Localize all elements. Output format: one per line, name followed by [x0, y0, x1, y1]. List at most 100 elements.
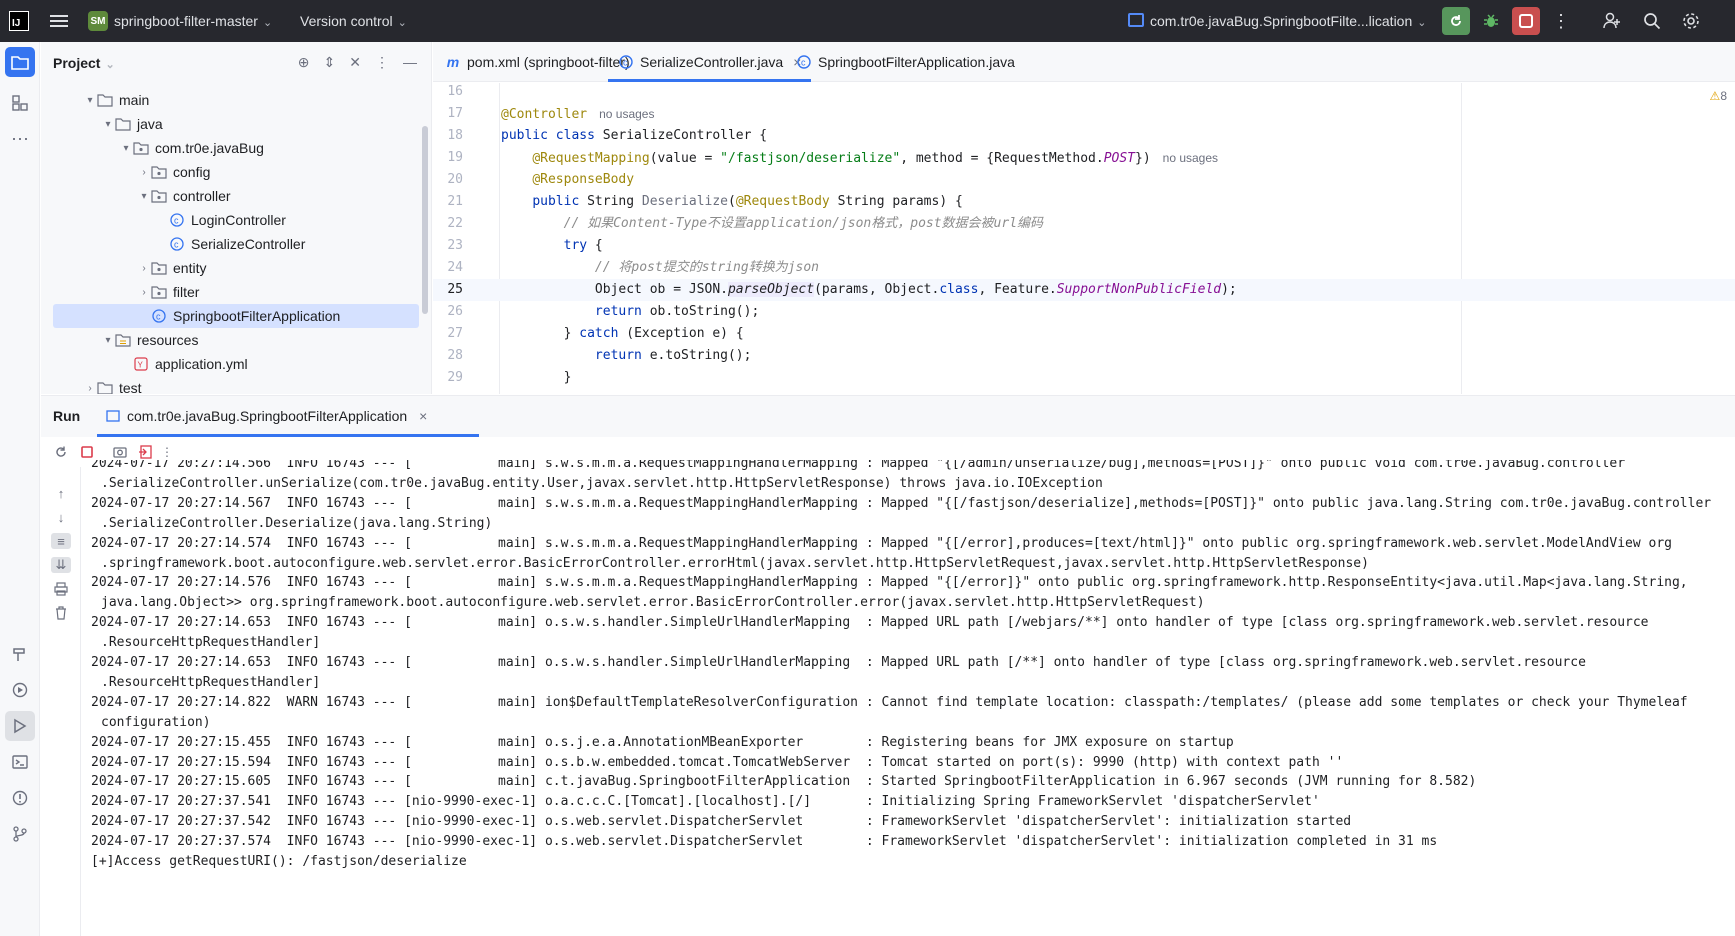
tab-springboot-application[interactable]: c SpringbootFilterApplication.java	[796, 42, 1015, 82]
console-line: [+]Access getRequestURI(): /fastjson/des…	[91, 854, 467, 869]
code-line: 20 @ResponseBody	[433, 169, 1735, 191]
tree-item[interactable]: c LoginController	[53, 208, 419, 232]
resources-folder-icon	[115, 332, 131, 348]
intellij-logo-icon[interactable]: IJ	[9, 11, 29, 31]
options-icon[interactable]: ⋮	[375, 54, 389, 71]
code-line: 17 @Controller no usages	[433, 103, 1735, 125]
chevron-right-icon[interactable]: ›	[137, 287, 151, 298]
console-line: 2024-07-17 20:27:14.567 INFO 16743 --- […	[91, 495, 1712, 511]
search-everywhere-icon[interactable]	[1638, 7, 1666, 35]
code-line: 19 @RequestMapping(value = "/fastjson/de…	[433, 147, 1735, 169]
tab-label: SpringbootFilterApplication.java	[818, 54, 1015, 70]
tab-pom-xml[interactable]: m pom.xml (springboot-filter)	[445, 42, 630, 82]
locate-icon[interactable]: ⊕	[298, 54, 310, 71]
tree-item[interactable]: › filter	[53, 280, 419, 304]
collapse-all-icon[interactable]: ✕	[349, 54, 361, 71]
project-scrollbar[interactable]	[422, 126, 428, 314]
tree-item-label: com.tr0e.javaBug	[155, 140, 264, 156]
expand-all-icon[interactable]: ⇕	[324, 54, 336, 71]
run-tab[interactable]: com.tr0e.javaBug.SpringbootFilterApplica…	[105, 408, 427, 424]
up-arrow-icon[interactable]: ↑	[53, 485, 69, 501]
debug-button[interactable]	[1477, 7, 1505, 35]
build-tool-button[interactable]	[5, 639, 35, 669]
more-actions-icon[interactable]: ⋮	[159, 444, 175, 460]
down-arrow-icon[interactable]: ↓	[53, 509, 69, 525]
hide-icon[interactable]: —	[403, 54, 417, 71]
print-icon[interactable]	[53, 581, 69, 597]
structure-tool-button[interactable]	[5, 88, 35, 118]
tree-item[interactable]: › entity	[53, 256, 419, 280]
soft-wrap-icon[interactable]: ≡	[51, 533, 71, 549]
add-user-icon[interactable]	[1598, 7, 1626, 35]
tree-item[interactable]: c SpringbootFilterApplication	[53, 304, 419, 328]
code-editor[interactable]: ⚠8 16 17 @Controller no usages 18 public cl…	[433, 83, 1735, 394]
chevron-right-icon[interactable]: ›	[137, 167, 151, 178]
stop-icon[interactable]	[79, 444, 95, 460]
chevron-right-icon[interactable]: ›	[83, 383, 97, 394]
more-tools-icon[interactable]: ⋯	[5, 124, 35, 154]
code-token: (value =	[649, 151, 721, 166]
tree-item[interactable]: c SerializeController	[53, 232, 419, 256]
project-badge[interactable]: SM	[88, 11, 108, 31]
tree-item-label: SpringbootFilterApplication	[173, 308, 341, 324]
run-tool-button[interactable]	[5, 711, 35, 741]
class-icon: c	[169, 212, 185, 228]
line-number: 16	[447, 84, 463, 99]
folder-icon	[97, 380, 113, 394]
tree-item[interactable]: ▾ controller	[53, 184, 419, 208]
tree-item[interactable]: ▾ resources	[53, 328, 419, 352]
code-token: @RequestMapping	[532, 151, 650, 166]
project-switcher[interactable]: springboot-filter-master ⌄	[114, 13, 272, 29]
services-tool-button[interactable]	[5, 675, 35, 705]
settings-icon[interactable]	[1677, 7, 1705, 35]
more-actions-icon[interactable]: ⋮	[1547, 7, 1575, 35]
chevron-down-icon[interactable]: ▾	[101, 119, 115, 130]
chevron-right-icon[interactable]: ›	[137, 263, 151, 274]
main-menu-icon[interactable]	[50, 12, 68, 30]
inlay-hint[interactable]: no usages	[1163, 151, 1218, 165]
tree-item[interactable]: ▾ com.tr0e.javaBug	[53, 136, 419, 160]
code-token: public class	[501, 128, 603, 143]
line-number: 26	[447, 304, 463, 319]
structure-icon	[12, 95, 28, 111]
git-tool-button[interactable]	[5, 819, 35, 849]
tree-item[interactable]: Yapplication.yml	[53, 352, 419, 376]
chevron-down-icon[interactable]: ▾	[101, 335, 115, 346]
left-tool-strip: ⋯	[0, 42, 40, 936]
inlay-hint[interactable]: no usages	[599, 107, 654, 121]
tree-item[interactable]: ▾ main	[53, 88, 419, 112]
chevron-down-icon[interactable]: ▾	[83, 95, 97, 106]
console-side-toolbar: ↑ ↓ ≡ ⇊	[41, 467, 81, 936]
chevron-down-icon[interactable]: ▾	[119, 143, 133, 154]
project-panel: Project ⌄ ⊕ ⇕ ✕ ⋮ — ▾ main ▾ java ▾ com.tr0e.j…	[41, 42, 432, 394]
code-token: e.toString();	[641, 348, 752, 363]
search-icon	[1644, 13, 1661, 30]
run-config-selector[interactable]: com.tr0e.javaBug.SpringbootFilte...licat…	[1150, 13, 1426, 29]
project-tool-button[interactable]	[5, 47, 35, 77]
code-token: return	[594, 304, 642, 319]
code-token: {	[587, 238, 603, 253]
tab-serialize-controller[interactable]: c SerializeController.java ×	[608, 42, 812, 82]
code-token: POST	[1103, 151, 1135, 166]
problems-tool-button[interactable]	[5, 783, 35, 813]
tree-item-label: config	[173, 164, 211, 180]
rerun-icon[interactable]	[53, 444, 69, 460]
version-control-menu[interactable]: Version control ⌄	[300, 13, 407, 29]
camera-icon[interactable]	[112, 444, 128, 460]
close-run-tab-icon[interactable]: ×	[419, 408, 427, 424]
console-output[interactable]: 2024-07-17 20:27:14.566 INFO 16743 --- […	[82, 460, 1735, 936]
tree-item-label: entity	[173, 260, 207, 276]
terminal-tool-button[interactable]	[5, 747, 35, 777]
tree-item[interactable]: › config	[53, 160, 419, 184]
console-line: 2024-07-17 20:27:14.653 INFO 16743 --- […	[91, 655, 1586, 670]
rerun-button[interactable]	[1442, 7, 1470, 35]
tree-item[interactable]: › test	[53, 376, 419, 394]
trash-icon[interactable]	[53, 605, 69, 621]
project-panel-title[interactable]: Project ⌄	[53, 55, 115, 71]
scroll-to-end-icon[interactable]: ⇊	[51, 557, 71, 573]
chevron-down-icon[interactable]: ▾	[137, 191, 151, 202]
stop-button[interactable]	[1512, 7, 1540, 35]
exit-icon[interactable]	[137, 444, 153, 460]
tree-item[interactable]: ▾ java	[53, 112, 419, 136]
code-line: 29 }	[433, 367, 1735, 389]
